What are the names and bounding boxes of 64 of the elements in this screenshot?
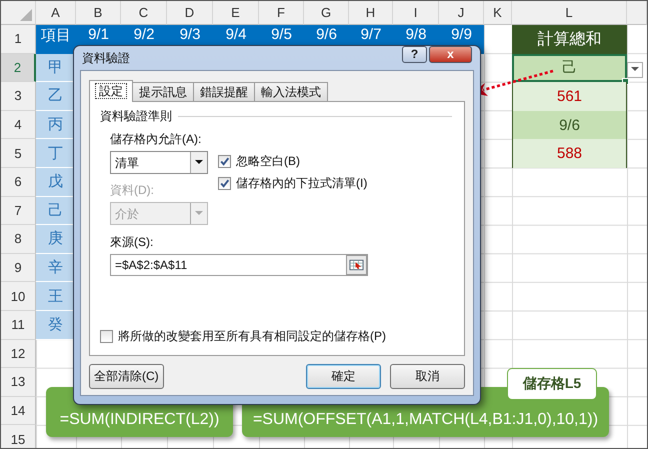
row-header[interactable]: 7 xyxy=(1,196,36,226)
column-header[interactable]: G xyxy=(304,1,349,25)
checkbox-label: 忽略空白(B) xyxy=(236,153,300,170)
corner-triangle-icon xyxy=(20,9,32,21)
table-cell: 王 xyxy=(36,282,76,311)
row-header[interactable]: 2 xyxy=(1,54,36,82)
caret-icon xyxy=(631,67,639,72)
dropdown-button[interactable] xyxy=(627,62,643,78)
row-header[interactable]: 6 xyxy=(1,168,36,197)
dialog-button[interactable]: 全部清除(C) xyxy=(89,364,164,389)
field-label: 儲存格內允許(A): xyxy=(110,131,202,148)
source-field[interactable]: =$A$2:$A$11 xyxy=(110,254,368,276)
column-header[interactable]: H xyxy=(349,1,393,25)
table-cell: 庚 xyxy=(36,225,76,254)
table-cell: 丁 xyxy=(36,139,76,168)
tab[interactable]: 錯誤提醒 xyxy=(193,82,255,101)
checkbox-label: 儲存格內的下拉式清單(I) xyxy=(236,175,368,192)
column-header[interactable]: K xyxy=(484,1,512,25)
dialog-button[interactable]: 確定 xyxy=(306,364,381,389)
row-header[interactable]: 9 xyxy=(1,254,36,282)
column-header[interactable]: B xyxy=(76,1,121,25)
tab[interactable]: 輸入法模式 xyxy=(254,82,328,101)
column-header[interactable]: C xyxy=(121,1,167,25)
row-header[interactable]: 4 xyxy=(1,110,36,140)
column-header[interactable]: D xyxy=(167,1,213,25)
caret-icon xyxy=(195,160,203,165)
table-cell: 乙 xyxy=(36,82,76,111)
column-header[interactable]: L xyxy=(512,1,627,25)
column-header[interactable]: E xyxy=(213,1,259,25)
row-header[interactable]: 8 xyxy=(1,225,36,254)
row-header[interactable]: 1 xyxy=(1,25,36,54)
table-cell: 9/6 xyxy=(512,110,627,140)
checkbox[interactable] xyxy=(100,330,113,343)
table-cell: 項目 xyxy=(36,25,76,54)
help-button[interactable]: ? xyxy=(402,46,427,63)
column-header[interactable]: F xyxy=(259,1,304,25)
row-header[interactable]: 5 xyxy=(1,139,36,168)
table-cell: 計算總和 xyxy=(512,25,627,54)
table-cell: 561 xyxy=(512,82,627,111)
close-button[interactable]: x xyxy=(429,46,472,63)
checkbox[interactable] xyxy=(218,155,231,168)
row-header[interactable]: 10 xyxy=(1,282,36,311)
row-header[interactable]: 11 xyxy=(1,310,36,340)
table-cell: 己 xyxy=(512,54,627,82)
tab[interactable]: 設定 xyxy=(89,80,133,102)
column-header[interactable]: J xyxy=(439,1,484,25)
field-label: 來源(S): xyxy=(109,234,154,251)
checkbox[interactable] xyxy=(218,177,231,190)
row-header[interactable]: 14 xyxy=(1,396,36,426)
column-header[interactable]: I xyxy=(393,1,439,25)
field-label: 資料(D): xyxy=(110,182,155,199)
row-header[interactable]: 12 xyxy=(1,340,36,368)
row-header[interactable]: 3 xyxy=(1,82,36,111)
tab[interactable]: 提示訊息 xyxy=(132,82,194,101)
column-header[interactable]: A xyxy=(36,1,76,25)
dialog-button[interactable]: 取消 xyxy=(390,364,465,389)
row-header[interactable]: 13 xyxy=(1,368,36,397)
allow-dropdown[interactable]: 清單 xyxy=(110,151,208,174)
group-title: 資料驗證準則 xyxy=(100,108,172,125)
checkbox-label: 將所做的改變套用至所有具有相同設定的儲存格(P) xyxy=(118,328,386,345)
row-header[interactable]: 15 xyxy=(1,425,36,448)
table-cell: 588 xyxy=(512,139,627,168)
caret-icon xyxy=(195,211,203,216)
range-picker-button[interactable] xyxy=(346,255,367,275)
